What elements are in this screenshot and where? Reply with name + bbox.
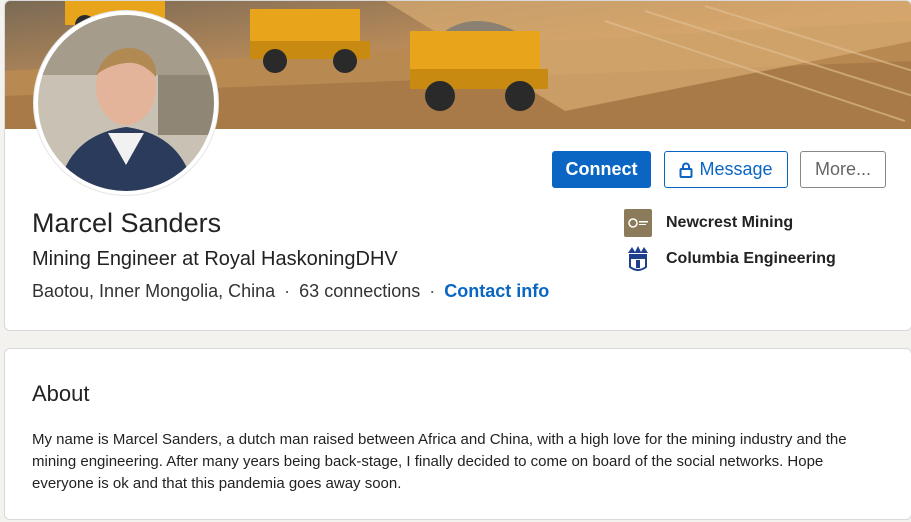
experience-name: Newcrest Mining: [666, 214, 794, 231]
profile-avatar[interactable]: [34, 11, 218, 195]
education-item-columbia[interactable]: Columbia Engineering: [624, 245, 836, 273]
contact-info-link[interactable]: Contact info: [444, 281, 549, 302]
about-title: About: [32, 381, 90, 406]
message-button[interactable]: Message: [664, 151, 788, 188]
about-text: My name is Marcel Sanders, a dutch man r…: [32, 431, 847, 492]
profile-meta: Baotou, Inner Mongolia, China · 63 conne…: [32, 281, 549, 302]
profile-headline: Mining Engineer at Royal HaskoningDHV: [32, 248, 398, 270]
profile-top-card: Connect Message More... Marcel Sanders M…: [4, 0, 911, 331]
separator-dot: ·: [429, 281, 436, 301]
separator-dot: ·: [284, 281, 291, 301]
education-name: Columbia Engineering: [666, 250, 836, 267]
columbia-crown-logo-icon: [624, 245, 652, 273]
profile-name: Marcel Sanders: [32, 208, 222, 238]
about-card: About My name is Marcel Sanders, a dutch…: [4, 348, 911, 520]
connect-button[interactable]: Connect: [552, 151, 651, 188]
message-button-label: Message: [699, 159, 773, 179]
newcrest-logo-icon: [624, 209, 652, 237]
profile-connections[interactable]: 63 connections: [299, 281, 420, 302]
more-button[interactable]: More...: [800, 151, 886, 188]
lock-icon: [679, 162, 693, 178]
profile-location: Baotou, Inner Mongolia, China: [32, 281, 276, 301]
experience-item-newcrest[interactable]: Newcrest Mining: [624, 209, 793, 237]
